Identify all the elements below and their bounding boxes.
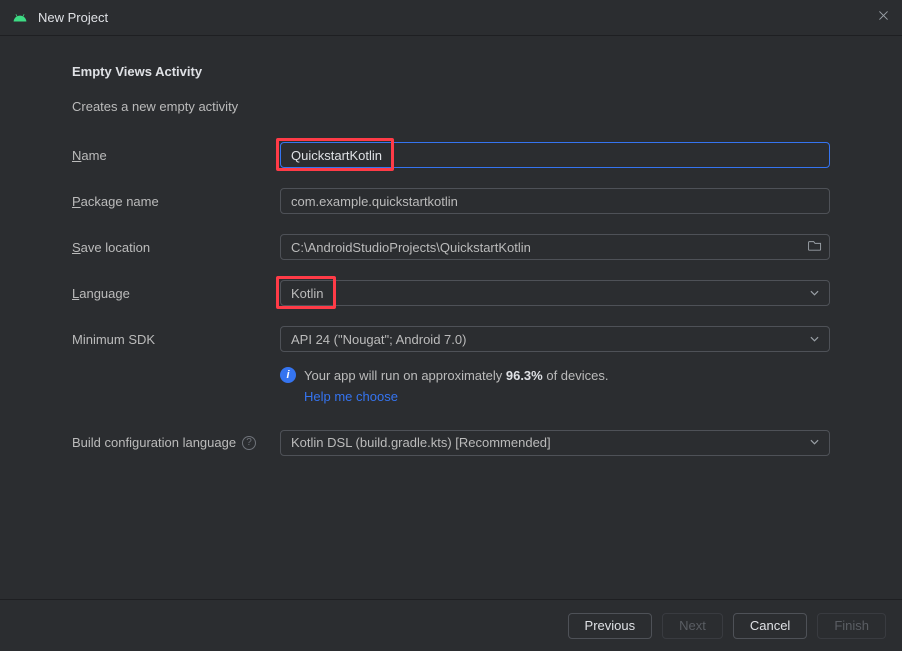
language-select[interactable]: Kotlin bbox=[280, 280, 830, 306]
name-input[interactable] bbox=[280, 142, 830, 168]
minsdk-value: API 24 ("Nougat"; Android 7.0) bbox=[291, 332, 466, 347]
minsdk-select[interactable]: API 24 ("Nougat"; Android 7.0) bbox=[280, 326, 830, 352]
package-label: Package name bbox=[72, 194, 280, 209]
chevron-down-icon bbox=[810, 437, 819, 448]
save-location-input[interactable] bbox=[280, 234, 830, 260]
finish-button: Finish bbox=[817, 613, 886, 639]
language-label: Language bbox=[72, 286, 280, 301]
window-title: New Project bbox=[38, 10, 108, 25]
previous-button[interactable]: Previous bbox=[568, 613, 653, 639]
save-label: Save location bbox=[72, 240, 280, 255]
minsdk-label: Minimum SDK bbox=[72, 332, 280, 347]
android-studio-icon bbox=[12, 10, 28, 26]
chevron-down-icon bbox=[810, 334, 819, 345]
buildlang-select[interactable]: Kotlin DSL (build.gradle.kts) [Recommend… bbox=[280, 430, 830, 456]
next-button: Next bbox=[662, 613, 723, 639]
name-label: Name bbox=[72, 148, 280, 163]
help-me-choose-link[interactable]: Help me choose bbox=[304, 389, 398, 404]
cancel-button[interactable]: Cancel bbox=[733, 613, 807, 639]
language-value: Kotlin bbox=[291, 286, 324, 301]
close-icon[interactable] bbox=[877, 9, 890, 27]
page-subtitle: Creates a new empty activity bbox=[72, 99, 830, 114]
buildlang-label: Build configuration language ? bbox=[72, 435, 280, 450]
chevron-down-icon bbox=[810, 288, 819, 299]
package-input[interactable] bbox=[280, 188, 830, 214]
info-icon: i bbox=[280, 367, 296, 383]
buildlang-value: Kotlin DSL (build.gradle.kts) [Recommend… bbox=[291, 435, 551, 450]
device-coverage-text: Your app will run on approximately 96.3%… bbox=[304, 366, 609, 408]
page-title: Empty Views Activity bbox=[72, 64, 830, 79]
help-icon[interactable]: ? bbox=[242, 436, 256, 450]
